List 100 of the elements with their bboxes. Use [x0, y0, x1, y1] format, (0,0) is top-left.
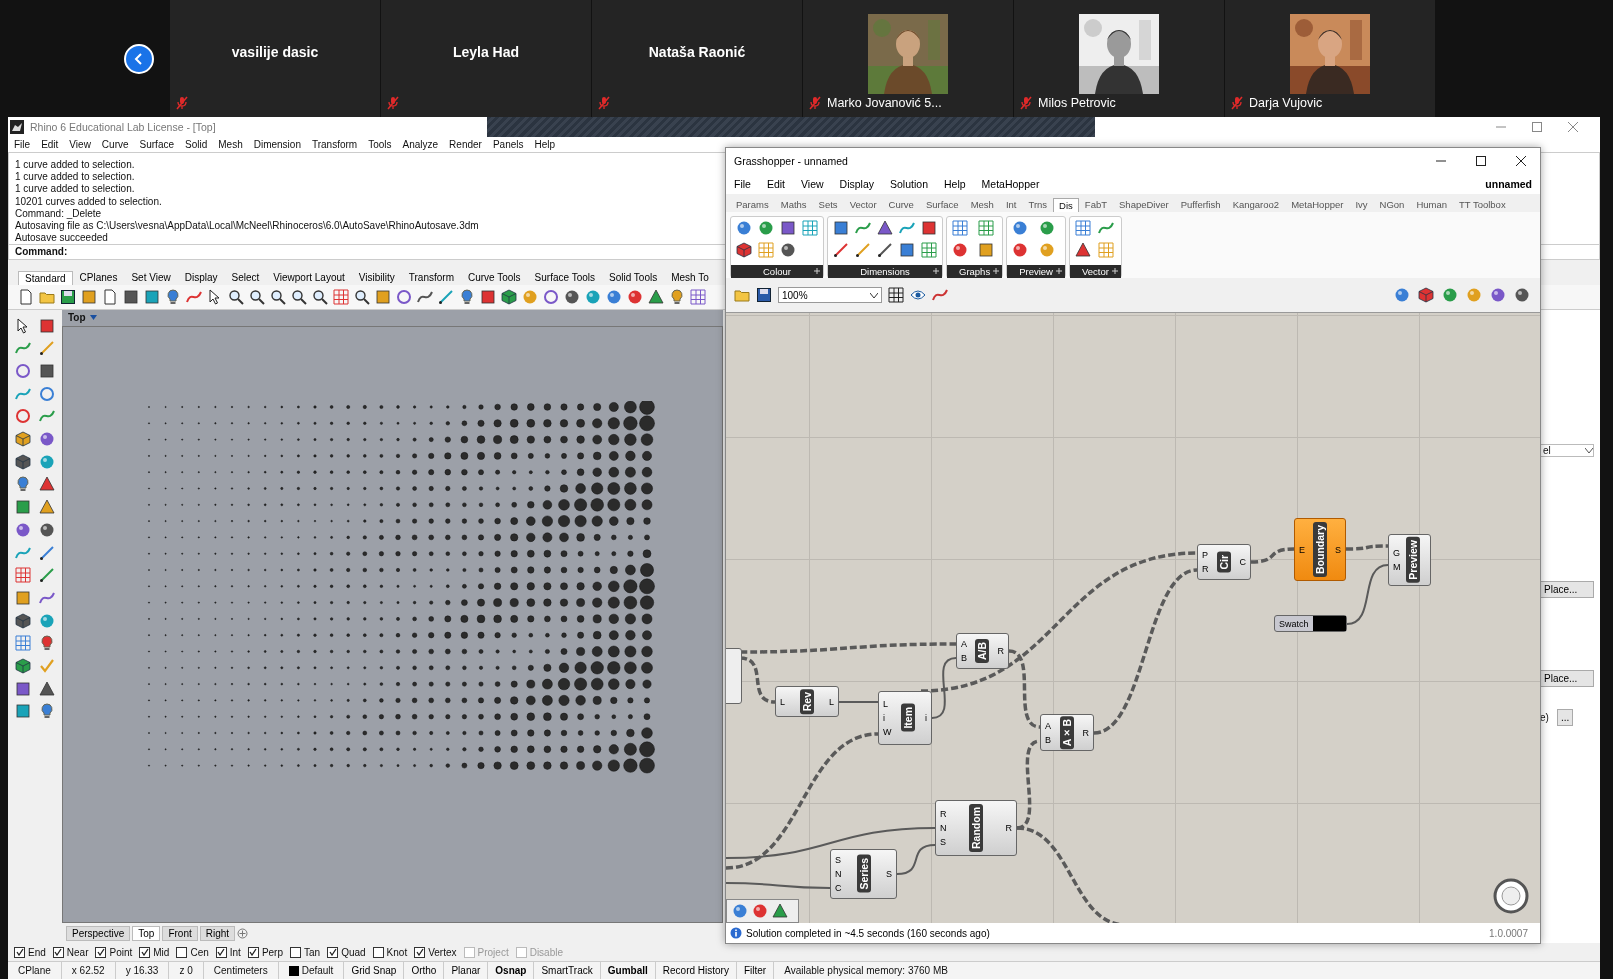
toolbar-tab[interactable]: Select: [224, 269, 267, 285]
ribbon-group-button[interactable]: Vector: [1069, 265, 1121, 278]
square-icon[interactable]: [39, 363, 55, 379]
square-icon[interactable]: [921, 220, 937, 236]
curve-icon[interactable]: [855, 220, 871, 236]
line-icon[interactable]: [877, 242, 893, 258]
sphere-icon[interactable]: [1442, 287, 1458, 303]
page-icon[interactable]: [18, 288, 34, 305]
tab[interactable]: NGon: [1373, 197, 1411, 212]
sphere-icon[interactable]: [952, 242, 968, 258]
sphere-icon[interactable]: [1490, 287, 1506, 303]
toolbar-tab[interactable]: CPlanes: [72, 269, 125, 285]
line-icon[interactable]: [855, 242, 871, 258]
viewport-tab[interactable]: Top: [132, 925, 161, 941]
layer-name[interactable]: Default: [301, 965, 334, 976]
status-toggle[interactable]: Gumball: [600, 962, 656, 979]
menu-item[interactable]: Mesh: [218, 138, 243, 150]
menu-item[interactable]: Help: [944, 178, 966, 190]
menu-item[interactable]: Analyze: [402, 138, 439, 150]
triangle-icon[interactable]: [648, 288, 664, 305]
tab[interactable]: Int: [999, 197, 1023, 212]
component-node[interactable]: L i W Item i: [878, 691, 932, 745]
sphere-icon[interactable]: [39, 521, 55, 538]
checkbox[interactable]: [52, 946, 64, 958]
cube-icon[interactable]: [15, 431, 31, 448]
triangle-icon[interactable]: [1074, 242, 1091, 258]
tab[interactable]: Surface: [919, 197, 965, 212]
cube-icon[interactable]: [736, 242, 752, 258]
cube-icon[interactable]: [15, 453, 31, 470]
square-icon[interactable]: [15, 703, 31, 720]
status-toggle[interactable]: Ortho: [404, 962, 445, 979]
menu-item[interactable]: View: [69, 138, 91, 150]
cube-icon[interactable]: [1418, 287, 1434, 303]
search-icon[interactable]: [312, 288, 328, 305]
checkbox[interactable]: [290, 946, 301, 958]
menu-item[interactable]: Edit: [766, 178, 785, 190]
checkbox[interactable]: [14, 946, 25, 958]
viewport-tab[interactable]: Perspective: [66, 925, 131, 941]
status-toggle[interactable]: Osnap: [488, 962, 535, 979]
ribbon-group-button[interactable]: Preview: [1007, 265, 1065, 278]
checkbox[interactable]: [247, 946, 259, 958]
check-icon[interactable]: [39, 657, 55, 674]
triangle-icon[interactable]: [772, 903, 788, 919]
status-toggle[interactable]: Planar: [444, 962, 489, 979]
checkbox[interactable]: [414, 946, 426, 958]
toolbar-tab[interactable]: Display: [177, 269, 225, 285]
sphere-icon[interactable]: [732, 903, 748, 919]
menu-item[interactable]: Tools: [368, 138, 392, 150]
sphere-icon[interactable]: [1039, 220, 1056, 236]
circle-icon[interactable]: [39, 385, 55, 402]
place-button[interactable]: Place...: [1540, 580, 1594, 598]
toolbar-tab[interactable]: Transform: [401, 269, 461, 285]
sphere-icon[interactable]: [780, 242, 796, 258]
cube-icon[interactable]: [15, 612, 31, 629]
square-icon[interactable]: [375, 288, 391, 305]
page-icon[interactable]: [102, 288, 118, 305]
sphere-icon[interactable]: [1012, 242, 1029, 258]
component-node[interactable]: P R Cir C: [1197, 544, 1251, 580]
participant-tile[interactable]: vasilije dasic: [170, 0, 380, 117]
viewport-title[interactable]: Top: [66, 312, 99, 324]
tab[interactable]: Maths: [774, 197, 813, 212]
triangle-icon[interactable]: [39, 499, 55, 516]
line-icon[interactable]: [39, 567, 55, 584]
ribbon-group-button[interactable]: Dimensions: [828, 265, 942, 278]
sphere-icon[interactable]: [752, 903, 768, 919]
sphere-icon[interactable]: [564, 288, 580, 305]
place-button[interactable]: Place...: [1540, 669, 1594, 687]
participant-tile[interactable]: Milos Petrovic: [1014, 0, 1224, 117]
menu-item[interactable]: Transform: [311, 138, 358, 150]
tab[interactable]: Trns: [1022, 197, 1054, 212]
square-icon[interactable]: [780, 220, 796, 236]
square-icon[interactable]: [480, 288, 496, 305]
line-icon[interactable]: [39, 544, 55, 561]
square-icon[interactable]: [144, 288, 160, 305]
search-icon[interactable]: [291, 288, 307, 305]
cube-icon[interactable]: [501, 288, 517, 305]
viewport[interactable]: [62, 325, 723, 924]
checkbox[interactable]: [372, 946, 384, 958]
menu-item[interactable]: Solution: [890, 178, 928, 190]
zoom-dropdown[interactable]: 100%: [778, 287, 882, 303]
square-icon[interactable]: [977, 242, 994, 258]
search-icon[interactable]: [354, 288, 370, 305]
square-icon[interactable]: [15, 680, 31, 697]
tab[interactable]: TT Toolbox: [1453, 197, 1512, 212]
search-icon[interactable]: [228, 288, 244, 305]
status-toggle[interactable]: Filter: [736, 962, 775, 979]
folder-icon[interactable]: [734, 287, 750, 303]
menu-item[interactable]: MetaHopper: [981, 178, 1040, 190]
tab[interactable]: Mesh: [964, 197, 1000, 212]
circle-icon[interactable]: [396, 288, 412, 305]
checkbox[interactable]: [327, 946, 339, 958]
sphere-icon[interactable]: [15, 521, 31, 538]
viewport-tab[interactable]: Front: [162, 925, 198, 941]
circle-icon[interactable]: [543, 288, 559, 305]
search-icon[interactable]: [249, 288, 265, 305]
swatch-node[interactable]: Swatch: [1274, 615, 1347, 632]
tab[interactable]: FabT: [1078, 197, 1114, 212]
ribbon-group-button[interactable]: Colour: [731, 265, 823, 278]
back-button[interactable]: [124, 43, 154, 74]
navigation-wheel-icon[interactable]: [1492, 877, 1530, 915]
